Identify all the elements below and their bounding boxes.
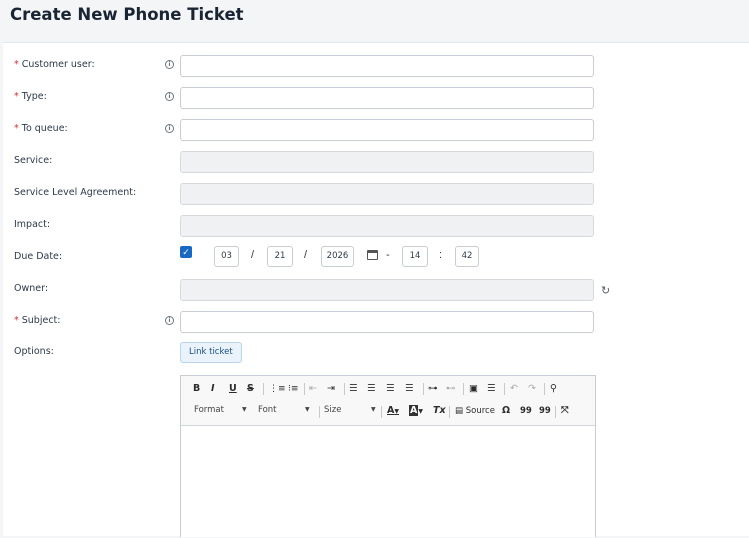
service-row: Service: — [3, 151, 749, 173]
to-queue-select[interactable] — [180, 119, 594, 141]
sla-select[interactable] — [180, 183, 594, 205]
subject-label: * Subject: — [14, 315, 61, 326]
owner-label: Owner: — [14, 283, 49, 294]
bold-button[interactable]: B — [193, 383, 200, 395]
service-label: Service: — [14, 155, 53, 166]
align-right-icon[interactable]: ☰ — [386, 383, 395, 395]
date-separator: / — [251, 249, 255, 261]
text-color-icon[interactable]: A▼ — [387, 405, 399, 418]
toolbar-divider — [423, 383, 424, 395]
date-time-separator: - — [386, 249, 390, 261]
owner-row: Owner: ↻ — [3, 279, 749, 301]
info-icon[interactable]: i — [165, 316, 174, 325]
ticket-form: * Customer user: i * Type: i * To queue: i … — [3, 42, 749, 537]
toolbar-divider — [555, 406, 556, 418]
toolbar-divider — [449, 406, 450, 418]
toolbar-divider — [344, 383, 345, 395]
due-date-checkbox[interactable]: ✓ — [180, 246, 192, 258]
toolbar-divider — [463, 383, 464, 395]
type-select[interactable] — [180, 87, 594, 109]
due-date-minute[interactable]: 42 — [455, 246, 479, 267]
quote-icon[interactable]: 99 — [539, 405, 551, 417]
maximize-icon[interactable]: ⤧ — [561, 405, 569, 417]
editor-content-area[interactable] — [181, 426, 595, 538]
indent-icon[interactable]: ⇥ — [327, 383, 335, 395]
impact-select[interactable] — [180, 215, 594, 237]
due-date-hour[interactable]: 14 — [402, 246, 428, 267]
owner-select[interactable] — [180, 279, 594, 301]
due-date-month[interactable]: 03 — [214, 246, 239, 267]
toolbar-divider — [504, 383, 505, 395]
horizontal-line-icon[interactable]: ☰ — [487, 383, 496, 395]
underline-button[interactable]: U — [229, 383, 237, 395]
align-center-icon[interactable]: ☰ — [367, 383, 376, 395]
subject-input[interactable] — [180, 311, 594, 333]
source-icon: ▤ — [455, 406, 464, 416]
subject-row: * Subject: i — [3, 311, 749, 333]
toolbar-divider — [319, 406, 320, 418]
to-queue-row: * To queue: i — [3, 119, 749, 141]
find-icon[interactable]: ⚲ — [550, 383, 557, 395]
clear-format-icon[interactable]: Tx — [433, 405, 446, 417]
time-separator: : — [439, 249, 443, 261]
impact-row: Impact: — [3, 215, 749, 237]
chevron-down-icon: ▼ — [242, 406, 247, 413]
blockquote-icon[interactable]: 99 — [520, 405, 532, 417]
editor-toolbar: B I U S ⋮≡ ⁝≡ ⇤ ⇥ ☰ ☰ ☰ ☰ ⊶ ⊷ ▣ ☰ ↶ ↷ ⚲ — [181, 376, 595, 426]
undo-icon[interactable]: ↶ — [510, 383, 518, 395]
to-queue-label: * To queue: — [14, 123, 68, 134]
customer-user-label: * Customer user: — [14, 59, 95, 70]
type-label: * Type: — [14, 91, 47, 102]
align-left-icon[interactable]: ☰ — [349, 383, 358, 395]
justify-icon[interactable]: ☰ — [405, 383, 414, 395]
due-date-row: Due Date: ✓ 03 / 21 / 2026 - 14 : 42 — [3, 246, 749, 268]
redo-icon[interactable]: ↷ — [528, 383, 536, 395]
chevron-down-icon: ▼ — [305, 406, 310, 413]
bullet-list-icon[interactable]: ⁝≡ — [288, 383, 298, 395]
due-date-day[interactable]: 21 — [267, 246, 293, 267]
toolbar-divider — [544, 383, 545, 395]
format-dropdown[interactable]: Format ▼ — [194, 405, 252, 415]
sla-row: Service Level Agreement: — [3, 183, 749, 205]
image-icon[interactable]: ▣ — [469, 383, 478, 395]
info-icon[interactable]: i — [165, 124, 174, 133]
refresh-icon[interactable]: ↻ — [601, 284, 610, 297]
font-dropdown[interactable]: Font ▼ — [258, 405, 316, 415]
options-row: Options: Link ticket — [3, 342, 749, 364]
customer-user-input[interactable] — [180, 55, 594, 77]
numbered-list-icon[interactable]: ⋮≡ — [269, 383, 286, 395]
link-icon[interactable]: ⊶ — [428, 383, 438, 395]
page-title: Create New Phone Ticket — [10, 5, 244, 24]
info-icon[interactable]: i — [165, 92, 174, 101]
toolbar-divider — [381, 406, 382, 418]
italic-button[interactable]: I — [211, 383, 215, 395]
background-color-icon[interactable]: A▼ — [409, 405, 423, 418]
special-char-icon[interactable]: Ω — [502, 405, 510, 417]
chevron-down-icon: ▼ — [371, 406, 376, 413]
toolbar-divider — [263, 383, 264, 395]
link-ticket-button[interactable]: Link ticket — [180, 342, 242, 363]
strike-button[interactable]: S — [247, 383, 254, 395]
info-icon[interactable]: i — [165, 60, 174, 69]
type-row: * Type: i — [3, 87, 749, 109]
size-dropdown[interactable]: Size ▼ — [324, 405, 382, 415]
toolbar-divider — [304, 383, 305, 395]
body-editor: B I U S ⋮≡ ⁝≡ ⇤ ⇥ ☰ ☰ ☰ ☰ ⊶ ⊷ ▣ ☰ ↶ ↷ ⚲ — [180, 375, 596, 537]
service-select[interactable] — [180, 151, 594, 173]
due-date-year[interactable]: 2026 — [321, 246, 354, 267]
date-separator: / — [304, 249, 308, 261]
impact-label: Impact: — [14, 219, 51, 230]
customer-user-row: * Customer user: i — [3, 55, 749, 77]
due-date-label: Due Date: — [14, 251, 63, 262]
options-label: Options: — [14, 346, 54, 357]
unlink-icon[interactable]: ⊷ — [446, 383, 456, 395]
source-button[interactable]: ▤ Source — [455, 405, 495, 417]
sla-label: Service Level Agreement: — [14, 187, 137, 198]
outdent-icon[interactable]: ⇤ — [309, 383, 317, 395]
calendar-icon[interactable] — [367, 250, 378, 260]
